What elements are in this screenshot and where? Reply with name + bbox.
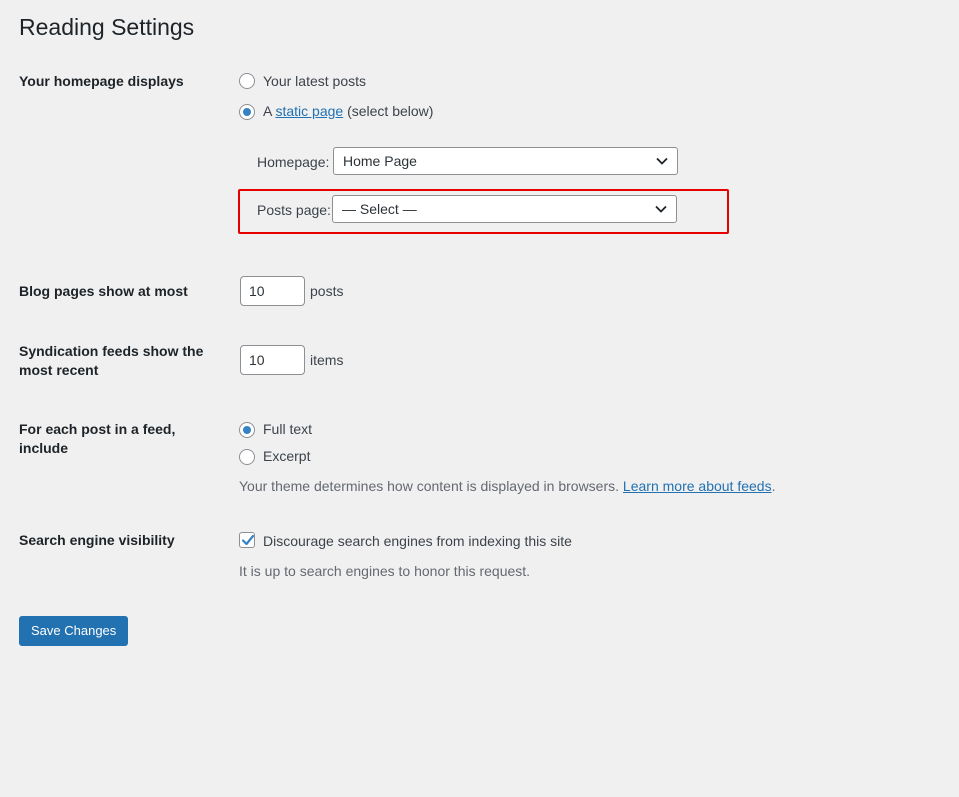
posts-page-select-label: Posts page:	[257, 202, 331, 218]
blog-pages-label: Blog pages show at most	[19, 283, 188, 299]
feed-include-label: For each post in a feed, include	[19, 421, 176, 456]
blog-pages-unit: posts	[310, 283, 344, 299]
homepage-select[interactable]: Home Page	[333, 147, 678, 175]
static-page-link[interactable]: static page	[275, 103, 343, 119]
syndication-unit: items	[310, 352, 344, 368]
radio-full-text-label[interactable]: Full text	[263, 420, 312, 439]
chevron-down-icon	[655, 205, 667, 213]
homepage-select-value: Home Page	[343, 153, 417, 169]
posts-page-select[interactable]: — Select —	[332, 195, 677, 223]
radio-excerpt[interactable]	[239, 449, 255, 465]
radio-static-page[interactable]	[239, 104, 255, 120]
blog-pages-input[interactable]: 10	[240, 276, 305, 306]
homepage-select-label: Homepage:	[257, 154, 330, 170]
syndication-label: Syndication feeds show the most recent	[19, 343, 204, 378]
feed-description-text: Your theme determines how content is dis…	[239, 478, 620, 494]
reading-settings-page: Reading Settings Your homepage displays …	[0, 0, 959, 797]
feed-description-period: .	[771, 478, 776, 494]
syndication-input[interactable]: 10	[240, 345, 305, 375]
radio-latest-posts[interactable]	[239, 73, 255, 89]
save-changes-button[interactable]: Save Changes	[19, 616, 129, 646]
radio-static-page-label[interactable]: A static page (select below)	[263, 102, 433, 121]
discourage-search-checkbox[interactable]	[239, 532, 255, 548]
chevron-down-icon	[656, 157, 668, 165]
static-prefix: A	[263, 103, 272, 119]
static-suffix: (select below)	[347, 103, 434, 119]
learn-more-feeds-link[interactable]: Learn more about feeds	[623, 478, 772, 494]
homepage-displays-label: Your homepage displays	[19, 73, 184, 89]
radio-full-text[interactable]	[239, 422, 255, 438]
feed-description: Your theme determines how content is dis…	[239, 477, 775, 496]
search-visibility-label: Search engine visibility	[19, 532, 175, 548]
posts-page-select-value: — Select —	[342, 201, 417, 217]
search-visibility-description: It is up to search engines to honor this…	[239, 563, 531, 579]
checkmark-icon	[241, 534, 255, 546]
radio-latest-posts-label[interactable]: Your latest posts	[263, 72, 366, 91]
discourage-search-label[interactable]: Discourage search engines from indexing …	[263, 532, 572, 551]
page-title: Reading Settings	[19, 14, 195, 40]
radio-excerpt-label[interactable]: Excerpt	[263, 447, 310, 466]
